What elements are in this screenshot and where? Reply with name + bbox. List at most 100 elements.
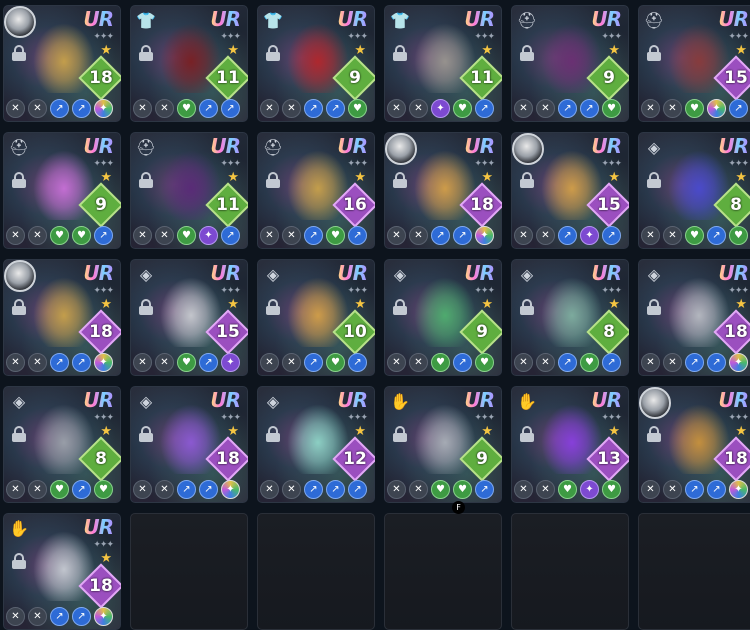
equipment-card[interactable]: ◈ UR ✦✦✦ ★ 8 ✕ ✕ ♥ ↗ ♥ bbox=[638, 132, 750, 249]
level-number: 8 bbox=[95, 449, 107, 469]
level-number: 15 bbox=[724, 68, 748, 88]
lock-icon[interactable] bbox=[12, 45, 26, 61]
lock-icon[interactable] bbox=[393, 45, 407, 61]
lock-icon[interactable] bbox=[12, 553, 26, 569]
substat-icon: ✕ bbox=[409, 480, 428, 499]
substat-icon: ↗ bbox=[50, 99, 69, 118]
lock-icon[interactable] bbox=[139, 426, 153, 442]
substat-row: ✕ ✕ ↗ ↗ ✦ bbox=[6, 607, 113, 626]
star-pips-icon: ✦✦✦ bbox=[93, 159, 114, 169]
rarity-badge: UR bbox=[464, 388, 495, 412]
substat-row: ✕ ✕ ↗ ↗ ✦ bbox=[6, 99, 113, 118]
rarity-badge: UR bbox=[337, 388, 368, 412]
gem-slot-icon: ◈ bbox=[393, 265, 407, 284]
lock-icon[interactable] bbox=[520, 426, 534, 442]
equipment-card[interactable]: 👕 UR ✦✦✦ ★ 11 ✕ ✕ ♥ ↗ ↗ bbox=[130, 5, 248, 122]
substat-icon: ✦ bbox=[729, 480, 748, 499]
substat-icon: ✕ bbox=[6, 607, 25, 626]
equipment-card[interactable]: ✋ UR ✦✦✦ ★ 9 ✕ ✕ ♥ ♥ ↗ bbox=[384, 386, 502, 503]
equipment-card[interactable]: 👕 UR ✦✦✦ ★ 11 ✕ ✕ ✦ ♥ ↗ bbox=[384, 5, 502, 122]
substat-icon: ✕ bbox=[6, 99, 25, 118]
substat-icon: ✕ bbox=[536, 99, 555, 118]
star-pips-icon: ✦✦✦ bbox=[220, 413, 241, 423]
substat-icon: ✕ bbox=[663, 353, 682, 372]
substat-icon: ↗ bbox=[199, 480, 218, 499]
equipment-card[interactable]: ✋ UR ✦✦✦ ★ 13 ✕ ✕ ♥ ✦ ♥ bbox=[511, 386, 629, 503]
body-slot-icon: 👕 bbox=[390, 11, 410, 30]
substat-icon: ✦ bbox=[580, 226, 599, 245]
level-number: 9 bbox=[349, 68, 361, 88]
equipment-card[interactable]: ✋ UR ✦✦✦ ★ 18 ✕ ✕ ↗ ↗ ✦ bbox=[3, 513, 121, 630]
lock-icon[interactable] bbox=[139, 45, 153, 61]
substat-icon: ♥ bbox=[326, 226, 345, 245]
lock-icon[interactable] bbox=[266, 299, 280, 315]
substat-icon: ♥ bbox=[50, 480, 69, 499]
gem-slot-icon: ◈ bbox=[12, 392, 26, 411]
rarity-badge: UR bbox=[83, 134, 114, 158]
lock-icon[interactable] bbox=[393, 426, 407, 442]
equipment-card[interactable]: ⛑ UR ✦✦✦ ★ 9 ✕ ✕ ♥ ♥ ↗ bbox=[3, 132, 121, 249]
rarity-badge: UR bbox=[718, 261, 749, 285]
lock-icon[interactable] bbox=[520, 172, 534, 188]
lock-icon[interactable] bbox=[647, 45, 661, 61]
rarity-badge: UR bbox=[591, 134, 622, 158]
body-slot-icon: 👕 bbox=[263, 11, 283, 30]
lock-icon[interactable] bbox=[393, 172, 407, 188]
lock-icon[interactable] bbox=[647, 172, 661, 188]
substat-icon: ↗ bbox=[304, 480, 323, 499]
substat-icon: ↗ bbox=[72, 353, 91, 372]
equipment-card[interactable]: ◈ UR ✦✦✦ ★ 9 ✕ ✕ ♥ ↗ ♥ bbox=[384, 259, 502, 376]
lock-icon[interactable] bbox=[520, 45, 534, 61]
equipment-card[interactable]: ⛑ UR ✦✦✦ ★ 15 ✕ ✕ ♥ ✦ ↗ bbox=[638, 5, 750, 122]
level-number: 8 bbox=[730, 195, 742, 215]
lock-icon[interactable] bbox=[647, 426, 661, 442]
substat-icon: ✕ bbox=[28, 226, 47, 245]
equipment-card[interactable]: ◈ UR ✦✦✦ ★ 8 ✕ ✕ ♥ ↗ ♥ bbox=[3, 386, 121, 503]
equipment-card[interactable]: ◈ UR ✦✦✦ ★ 18 ✕ ✕ ↗ ↗ ✦ bbox=[638, 259, 750, 376]
equipment-card[interactable]: UR ✦✦✦ ★ 18 ✕ ✕ ↗ ↗ ✦ bbox=[384, 132, 502, 249]
star-pips-icon: ✦✦✦ bbox=[601, 286, 622, 296]
empty-slot[interactable] bbox=[130, 513, 248, 630]
star-pips-icon: ✦✦✦ bbox=[220, 159, 241, 169]
equipment-card[interactable]: UR ✦✦✦ ★ 15 ✕ ✕ ↗ ✦ ↗ bbox=[511, 132, 629, 249]
lock-icon[interactable] bbox=[139, 299, 153, 315]
equipment-card[interactable]: ◈ UR ✦✦✦ ★ 18 ✕ ✕ ↗ ↗ ✦ bbox=[130, 386, 248, 503]
empty-slot[interactable] bbox=[384, 513, 502, 630]
equipment-card[interactable]: ◈ UR ✦✦✦ ★ 12 ✕ ✕ ↗ ↗ ↗ bbox=[257, 386, 375, 503]
equipment-card[interactable]: ◈ UR ✦✦✦ ★ 15 ✕ ✕ ♥ ↗ ✦ bbox=[130, 259, 248, 376]
equipment-card[interactable]: UR ✦✦✦ ★ 18 ✕ ✕ ↗ ↗ ✦ bbox=[3, 259, 121, 376]
lock-icon[interactable] bbox=[266, 426, 280, 442]
lock-icon[interactable] bbox=[520, 299, 534, 315]
star-pips-icon: ✦✦✦ bbox=[601, 413, 622, 423]
empty-slot[interactable] bbox=[257, 513, 375, 630]
lock-icon[interactable] bbox=[12, 172, 26, 188]
lock-icon[interactable] bbox=[266, 45, 280, 61]
equipment-card[interactable]: ⛑ UR ✦✦✦ ★ 9 ✕ ✕ ↗ ↗ ♥ bbox=[511, 5, 629, 122]
level-number: 18 bbox=[724, 449, 748, 469]
lock-icon[interactable] bbox=[12, 426, 26, 442]
lock-icon[interactable] bbox=[266, 172, 280, 188]
equipment-card[interactable]: ◈ UR ✦✦✦ ★ 8 ✕ ✕ ↗ ♥ ↗ bbox=[511, 259, 629, 376]
equipment-card[interactable]: UR ✦✦✦ ★ 18 ✕ ✕ ↗ ↗ ✦ bbox=[3, 5, 121, 122]
lock-icon[interactable] bbox=[12, 299, 26, 315]
empty-slot[interactable] bbox=[511, 513, 629, 630]
substat-icon: ♥ bbox=[177, 99, 196, 118]
equipment-card[interactable]: ⛑ UR ✦✦✦ ★ 11 ✕ ✕ ♥ ✦ ↗ bbox=[130, 132, 248, 249]
lock-icon[interactable] bbox=[139, 172, 153, 188]
star-pips-icon: ✦✦✦ bbox=[728, 286, 749, 296]
substat-icon: ✕ bbox=[282, 99, 301, 118]
equipment-card[interactable]: UR ✦✦✦ ★ 18 ✕ ✕ ↗ ↗ ✦ bbox=[638, 386, 750, 503]
substat-icon: ✦ bbox=[94, 99, 113, 118]
lock-icon[interactable] bbox=[647, 299, 661, 315]
star-pips-icon: ✦✦✦ bbox=[601, 32, 622, 42]
star-pips-icon: ✦✦✦ bbox=[728, 32, 749, 42]
equipment-card[interactable]: ⛑ UR ✦✦✦ ★ 16 ✕ ✕ ↗ ♥ ↗ bbox=[257, 132, 375, 249]
equipment-card[interactable]: 👕 UR ✦✦✦ ★ 9 ✕ ✕ ↗ ↗ ♥ bbox=[257, 5, 375, 122]
substat-icon: ✕ bbox=[409, 99, 428, 118]
substat-icon: ✕ bbox=[28, 607, 47, 626]
lock-icon[interactable] bbox=[393, 299, 407, 315]
empty-slot[interactable] bbox=[638, 513, 750, 630]
level-number: 9 bbox=[476, 322, 488, 342]
equipment-card[interactable]: ◈ UR ✦✦✦ ★ 10 ✕ ✕ ↗ ♥ ↗ bbox=[257, 259, 375, 376]
substat-icon: ✦ bbox=[199, 226, 218, 245]
